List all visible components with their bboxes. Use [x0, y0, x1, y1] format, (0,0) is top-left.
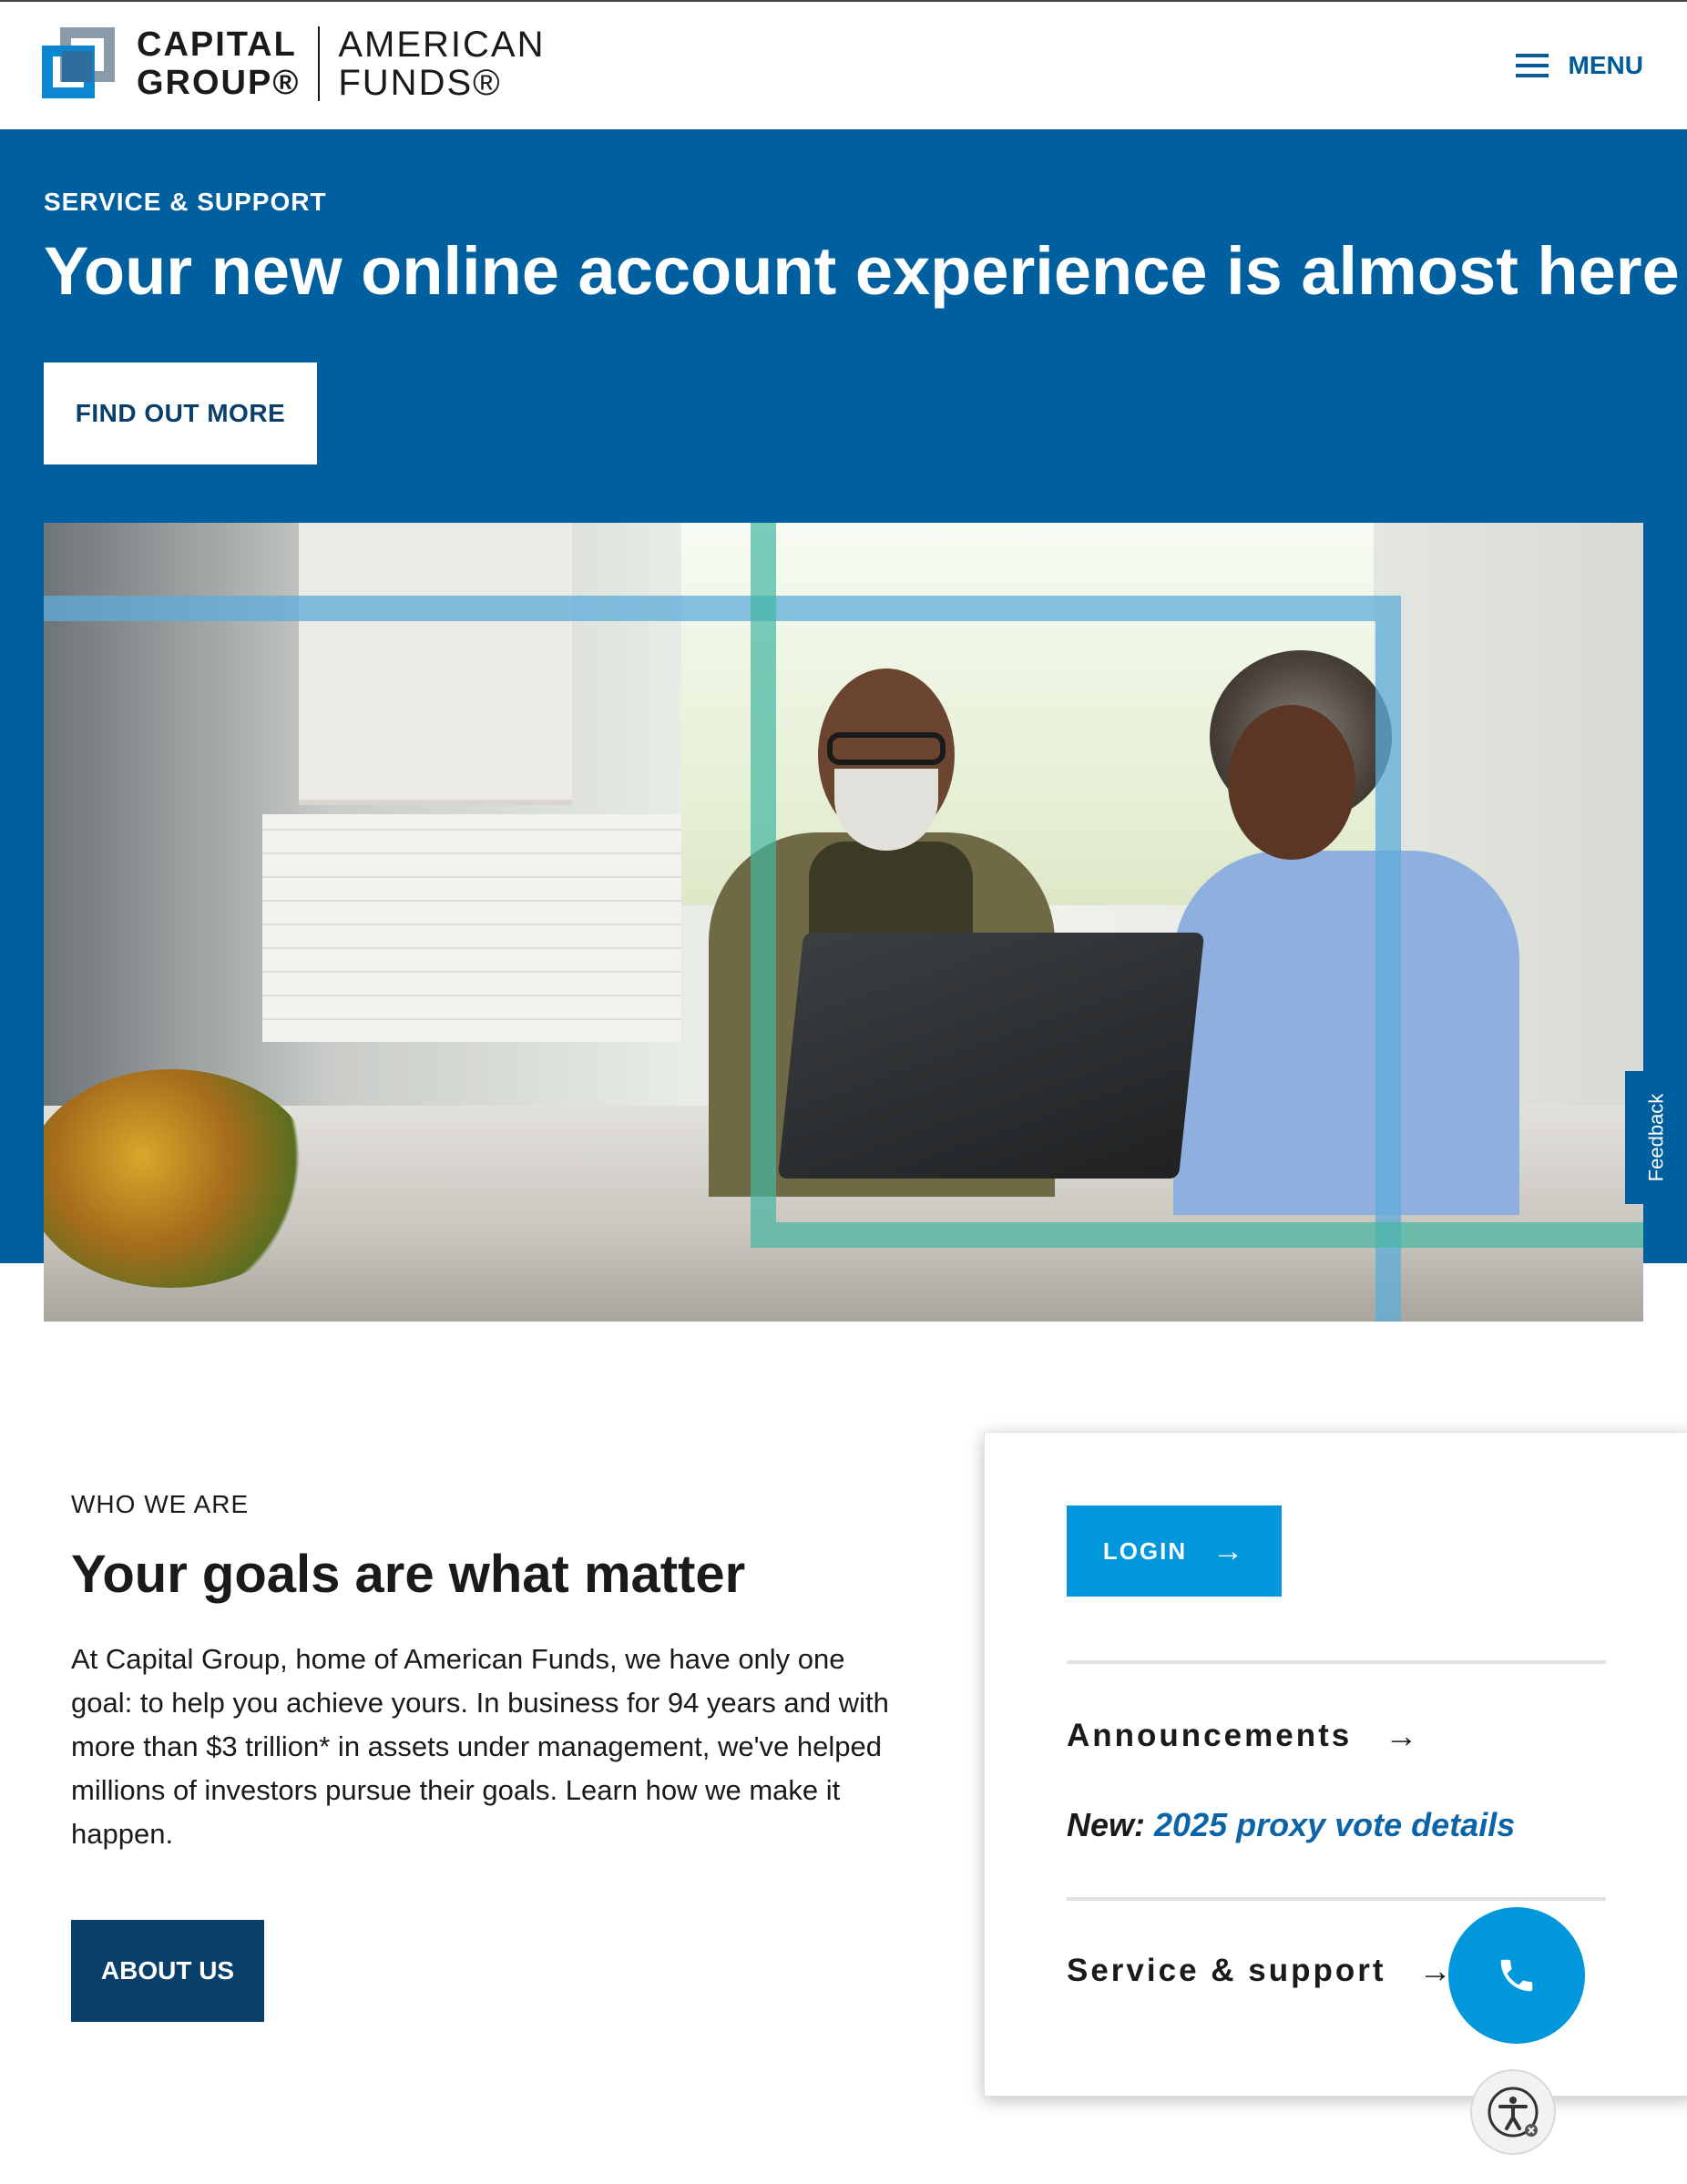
about-us-button[interactable]: ABOUT US	[71, 1920, 264, 2022]
hero-title: Your new online account experience is al…	[44, 233, 1680, 309]
logo-capital-group-text: CAPITAL GROUP®	[137, 26, 301, 102]
who-body: At Capital Group, home of American Funds…	[71, 1643, 889, 1850]
arrow-right-icon: →	[1212, 1533, 1246, 1568]
login-button[interactable]: LOGIN →	[1067, 1505, 1282, 1597]
phone-icon	[1500, 1959, 1533, 1992]
who-eyebrow: WHO WE ARE	[71, 1490, 250, 1518]
accessibility-icon	[1488, 2087, 1539, 2138]
card-divider	[1067, 1897, 1606, 1901]
logo-divider	[318, 26, 321, 101]
logo-american-funds-text: AMERICAN FUNDS®	[338, 25, 546, 103]
hamburger-menu-icon	[1515, 54, 1549, 77]
login-label: LOGIN	[1102, 1536, 1188, 1565]
menu-label: MENU	[1568, 51, 1643, 79]
accessibility-button[interactable]	[1470, 2069, 1556, 2155]
service-support-label: Service & support	[1067, 1953, 1386, 1988]
proxy-vote-link[interactable]: 2025 proxy vote details	[1154, 1806, 1515, 1843]
capital-group-logo-icon	[42, 27, 115, 100]
card-divider	[1067, 1660, 1606, 1664]
arrow-right-icon: →	[1385, 1717, 1418, 1754]
new-label: New:	[1067, 1806, 1146, 1843]
menu-button[interactable]: MENU	[1515, 51, 1643, 80]
site-header: CAPITAL GROUP® AMERICAN FUNDS® MENU	[0, 0, 1687, 129]
feedback-label: Feedback	[1644, 1093, 1667, 1182]
who-we-are-section: WHO WE ARE Your goals are what matter At…	[71, 1490, 927, 1856]
find-out-more-button[interactable]: FIND OUT MORE	[44, 362, 317, 464]
new-announcement: New: 2025 proxy vote details	[1067, 1806, 1515, 1844]
service-support-link[interactable]: Service & support →	[1067, 1952, 1452, 1990]
hero-image-couple-with-laptop	[44, 523, 1643, 1322]
capital-group-american-funds-logo[interactable]: CAPITAL GROUP® AMERICAN FUNDS®	[42, 26, 546, 102]
phone-call-button[interactable]	[1448, 1907, 1585, 2044]
announcements-link[interactable]: Announcements →	[1067, 1717, 1417, 1755]
announcements-label: Announcements	[1067, 1718, 1353, 1753]
arrow-right-icon: →	[1418, 1952, 1452, 1989]
feedback-tab[interactable]: Feedback	[1625, 1071, 1687, 1204]
who-title: Your goals are what matter	[71, 1545, 746, 1604]
hero-eyebrow: SERVICE & SUPPORT	[44, 188, 327, 216]
